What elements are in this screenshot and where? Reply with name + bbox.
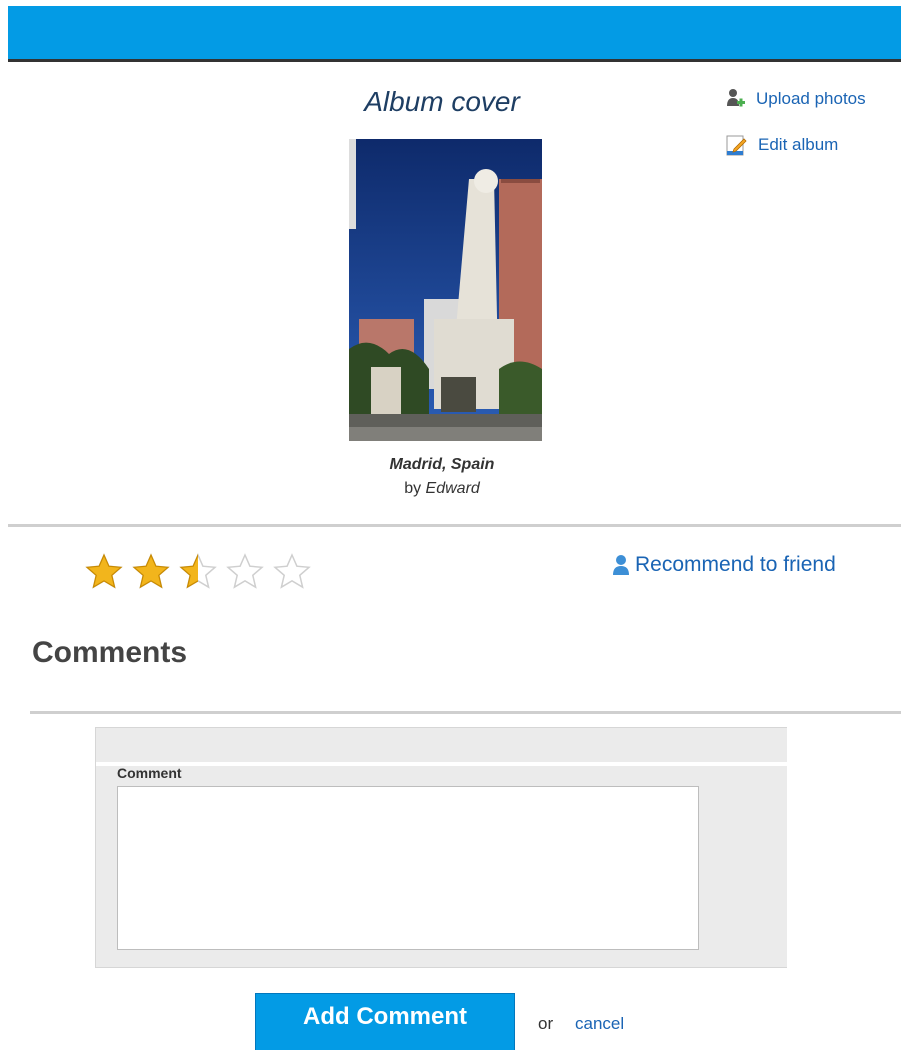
recommend-to-friend-link[interactable]: Recommend to friend [611,553,836,577]
edit-album-label: Edit album [758,135,839,154]
comment-field-label: Comment [117,765,182,781]
album-cover-image[interactable] [349,139,542,441]
comments-heading: Comments [32,636,188,669]
add-user-icon [727,89,745,107]
edit-document-icon [726,135,747,156]
cancel-link[interactable]: cancel [575,1014,624,1034]
album-actions: Upload photos Edit album [726,86,866,178]
divider [30,711,901,714]
user-icon [613,555,629,575]
cover-byline: by Edward [300,480,584,498]
upload-photos-label: Upload photos [756,89,866,108]
star-icon[interactable] [225,552,265,592]
or-text: or [538,1014,554,1033]
divider [8,524,901,527]
author-name: Edward [425,480,480,497]
by-label: by [404,480,422,497]
comment-textarea[interactable] [117,786,699,950]
star-rating [84,552,319,592]
star-icon[interactable] [272,552,312,592]
header-bar [8,6,901,62]
album-heading: Album cover [364,86,520,117]
add-comment-button[interactable]: Add Comment [255,993,515,1050]
star-icon[interactable] [178,552,218,592]
edit-album-link[interactable]: Edit album [726,132,866,158]
comment-form: Comment [95,727,787,968]
form-separator [96,762,787,766]
star-icon[interactable] [131,552,171,592]
cover-title: Madrid, Spain [389,456,495,473]
star-icon[interactable] [84,552,124,592]
recommend-label: Recommend to friend [635,553,836,576]
upload-photos-link[interactable]: Upload photos [726,86,866,112]
